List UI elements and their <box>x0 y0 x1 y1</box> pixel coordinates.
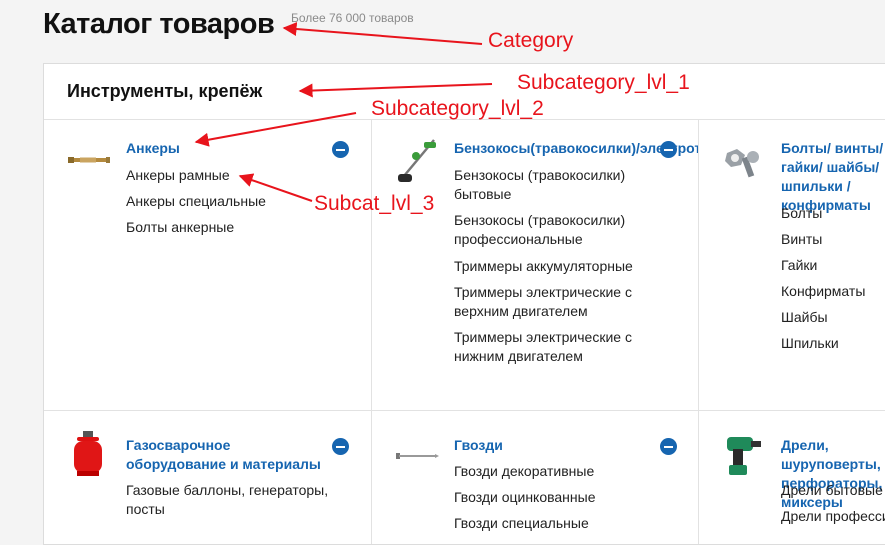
category-card: Болты/ винты/ гайки/ шайбы/шпильки /конф… <box>699 120 885 410</box>
product-count: Более 76 000 товаров <box>291 11 414 25</box>
category-card: Бензокосы(травокосилки)/электротриммеры … <box>372 120 698 410</box>
gas-cylinder-icon <box>71 431 105 482</box>
subcategory-link[interactable]: Гвозди оцинкованные <box>454 488 596 507</box>
subcategory-link[interactable]: Дрели профессиональные <box>781 507 885 526</box>
collapse-minus-icon[interactable] <box>660 438 677 455</box>
subcategory-link[interactable]: Гайки <box>781 256 817 275</box>
subcategory-link[interactable]: Анкеры рамные <box>126 166 230 185</box>
grass-trimmer-icon <box>394 136 440 191</box>
subcategory-link[interactable]: Шайбы <box>781 308 828 327</box>
category-title[interactable]: Гвозди <box>454 436 503 455</box>
category-card: Гвозди Гвозди декоративные Гвозди оцинко… <box>372 411 698 544</box>
subcategory-link[interactable]: Бензокосы (травокосилки) бытовые <box>454 166 664 204</box>
category-title[interactable]: Газосварочное оборудование и материалы <box>126 436 326 474</box>
bolts-nuts-icon <box>721 145 763 186</box>
category-title[interactable]: Анкеры <box>126 139 180 158</box>
section-title[interactable]: Инструменты, крепёж <box>67 81 262 102</box>
subcategory-link[interactable]: Триммеры электрические с нижним двигател… <box>454 328 664 366</box>
subcategory-link[interactable]: Гвозди декоративные <box>454 462 594 481</box>
subcategory-link[interactable]: Болты анкерные <box>126 218 234 237</box>
collapse-minus-icon[interactable] <box>660 141 677 158</box>
subcategory-link[interactable]: Винты <box>781 230 822 249</box>
subcategory-link[interactable]: Триммеры аккумуляторные <box>454 257 664 276</box>
subcategory-link[interactable]: Газовые баллоны, генераторы, посты <box>126 481 346 519</box>
collapse-minus-icon[interactable] <box>332 141 349 158</box>
category-title[interactable]: Дрели, шуруповерты, перфораторы, миксеры <box>781 436 885 512</box>
subcategory-link[interactable]: Болты <box>781 204 822 223</box>
collapse-minus-icon[interactable] <box>332 438 349 455</box>
nail-icon <box>394 449 440 467</box>
subcategory-link[interactable]: Анкеры специальные <box>126 192 266 211</box>
catalog-panel: Инструменты, крепёж Анкеры Анкеры рамные… <box>43 63 885 545</box>
anchor-bolt-icon <box>66 152 112 173</box>
subcategory-link[interactable]: Дрели бытовые <box>781 481 885 500</box>
category-card: Анкеры Анкеры рамные Анкеры специальные … <box>44 120 371 410</box>
subcategory-link[interactable]: Конфирматы <box>781 282 865 301</box>
subcategory-link[interactable]: Гвозди специальные <box>454 514 589 533</box>
annotation-subcategory-lvl-2: Subcategory_lvl_2 <box>371 97 544 120</box>
drill-icon <box>721 433 765 482</box>
annotation-subcat-lvl-3: Subcat_lvl_3 <box>314 192 435 215</box>
subcategory-link[interactable]: Триммеры электрические с верхним двигате… <box>454 283 664 321</box>
annotation-subcategory-lvl-1: Subcategory_lvl_1 <box>517 71 690 94</box>
subcategory-link[interactable]: Шпильки <box>781 334 839 353</box>
category-card: Газосварочное оборудование и материалы Г… <box>44 411 371 544</box>
subcategory-link[interactable]: Бензокосы (травокосилки) профессиональны… <box>454 211 664 249</box>
page-title: Каталог товаров <box>43 8 275 40</box>
annotation-category: Category <box>488 29 574 52</box>
category-card: Дрели, шуруповерты, перфораторы, миксеры… <box>699 411 885 544</box>
